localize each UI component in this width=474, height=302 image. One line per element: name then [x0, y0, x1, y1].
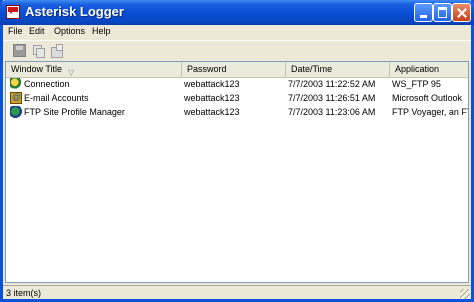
email-icon [10, 92, 22, 104]
close-button[interactable] [452, 3, 471, 22]
cell-datetime: 7/7/2003 11:26:51 AM [288, 93, 376, 103]
resize-grip-icon[interactable] [460, 289, 470, 299]
menu-options[interactable]: Options [54, 26, 85, 36]
password-list[interactable]: Window Title ▽ Password Date/Time Applic… [5, 61, 469, 283]
table-row[interactable]: Connection webattack123 7/7/2003 11:22:5… [6, 78, 468, 91]
status-bar: 3 item(s) [3, 285, 471, 300]
toolbar [3, 40, 471, 61]
properties-icon[interactable] [50, 44, 63, 58]
save-icon[interactable] [13, 44, 26, 57]
cell-window-title: Connection [24, 79, 70, 89]
cell-window-title: FTP Site Profile Manager [24, 107, 125, 117]
table-row[interactable]: E-mail Accounts webattack123 7/7/2003 11… [6, 92, 468, 105]
list-header: Window Title ▽ Password Date/Time Applic… [6, 62, 468, 78]
column-label: Date/Time [291, 64, 333, 74]
cell-password: webattack123 [184, 107, 240, 117]
cell-datetime: 7/7/2003 11:23:06 AM [288, 107, 376, 117]
title-bar[interactable]: Asterisk Logger [0, 0, 474, 25]
asterisk-logger-window: Asterisk Logger File Edit Options Help W… [0, 0, 474, 302]
minimize-button[interactable] [414, 3, 433, 22]
column-password[interactable]: Password [182, 62, 286, 77]
cell-application: WS_FTP 95 [392, 79, 441, 89]
item-count: 3 item(s) [6, 288, 42, 298]
menu-file[interactable]: File [8, 26, 23, 36]
menu-edit[interactable]: Edit [29, 26, 45, 36]
column-label: Application [395, 64, 440, 74]
cell-datetime: 7/7/2003 11:22:52 AM [288, 79, 376, 89]
column-application[interactable]: Application [390, 62, 468, 77]
app-icon[interactable] [6, 5, 20, 20]
connection-icon [10, 78, 22, 90]
copy-icon[interactable] [32, 44, 45, 58]
menu-bar: File Edit Options Help [3, 25, 471, 39]
table-row[interactable]: FTP Site Profile Manager webattack123 7/… [6, 106, 468, 119]
column-datetime[interactable]: Date/Time [286, 62, 390, 77]
window-title: Asterisk Logger [25, 4, 124, 19]
column-label: Password [187, 64, 227, 74]
column-label: Window Title [11, 64, 63, 74]
cell-application: Microsoft Outlook [392, 93, 463, 103]
cell-application: FTP Voyager, an FTP [392, 107, 468, 117]
maximize-button[interactable] [433, 3, 452, 22]
cell-password: webattack123 [184, 93, 240, 103]
menu-help[interactable]: Help [92, 26, 111, 36]
ftp-icon [10, 106, 22, 118]
cell-window-title: E-mail Accounts [24, 93, 89, 103]
cell-password: webattack123 [184, 79, 240, 89]
column-window-title[interactable]: Window Title ▽ [6, 62, 182, 77]
